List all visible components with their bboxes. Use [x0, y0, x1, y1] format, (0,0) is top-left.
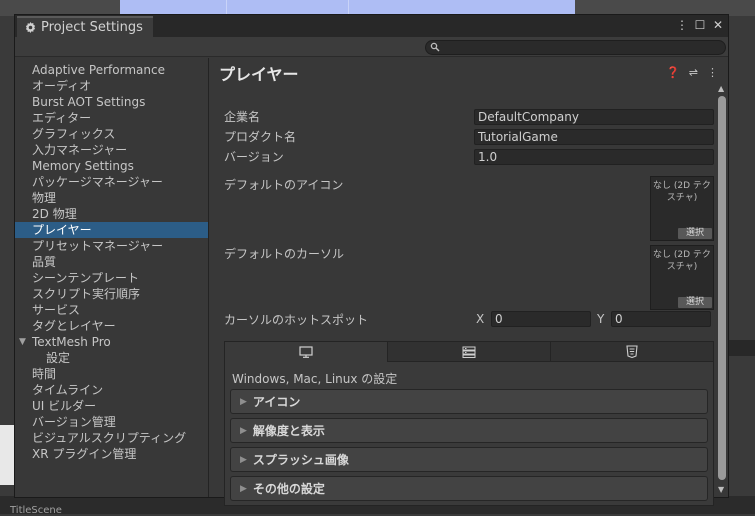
close-icon[interactable]: ✕ [712, 18, 724, 32]
default-cursor-preview-text: なし (2D テクスチャ) [653, 250, 711, 272]
platform-settings-box: Windows, Mac, Linux の設定 ▶ アイコン ▶ 解像度と表示 … [224, 341, 714, 506]
html5-icon [626, 345, 638, 358]
sidebar-item-tags-and-layers[interactable]: タグとレイヤー [15, 318, 208, 334]
sidebar-item-time[interactable]: 時間 [15, 366, 208, 382]
tab-webgl[interactable] [551, 342, 713, 362]
foldout-icon[interactable]: ▶ アイコン [230, 389, 708, 414]
product-name-label: プロダクト名 [224, 130, 297, 144]
window-title: Project Settings [41, 20, 143, 35]
server-icon [462, 346, 476, 358]
preset-icon[interactable]: ⇌ [689, 66, 698, 79]
hotspot-y-label: Y [597, 312, 605, 326]
player-settings-panel: プレイヤー ❓ ⇌ ⋮ 企業名 DefaultCompany プロダクト名 Tu… [211, 58, 728, 506]
default-icon-select-button[interactable]: 選択 [678, 228, 712, 239]
foldout-resolution-presentation[interactable]: ▶ 解像度と表示 [230, 418, 708, 443]
sidebar-item-physics[interactable]: 物理 [15, 190, 208, 206]
default-icon-preview-text: なし (2D テクスチャ) [653, 181, 711, 203]
expanded-arrow-icon[interactable]: ▼ [19, 334, 26, 350]
scroll-down-icon[interactable]: ▼ [718, 485, 724, 494]
sidebar-item-services[interactable]: サービス [15, 302, 208, 318]
scene-label: TitleScene [10, 505, 62, 516]
editor-panel-strip [728, 340, 755, 356]
company-name-label: 企業名 [224, 110, 261, 124]
sidebar-item-ui-builder[interactable]: UI ビルダー [15, 398, 208, 414]
page-title: プレイヤー [219, 65, 299, 84]
default-cursor-label: デフォルトのカーソル [224, 247, 345, 261]
default-cursor-select-button[interactable]: 選択 [678, 297, 712, 308]
sidebar-item-physics-2d[interactable]: 2D 物理 [15, 206, 208, 222]
sidebar-item-preset-manager[interactable]: プリセットマネージャー [15, 238, 208, 254]
product-name-field[interactable]: TutorialGame [474, 129, 714, 145]
sidebar-item-scene-template[interactable]: シーンテンプレート [15, 270, 208, 286]
platform-title: Windows, Mac, Linux の設定 [232, 372, 398, 386]
sidebar-item-textmesh-pro[interactable]: ▼ TextMesh Pro [15, 334, 208, 350]
scrollbar-thumb[interactable] [718, 96, 726, 480]
window-menu-icon[interactable]: ⋮ [676, 18, 688, 32]
sidebar-item-package-manager[interactable]: パッケージマネージャー [15, 174, 208, 190]
sidebar-item-player[interactable]: プレイヤー [15, 222, 208, 238]
help-icon[interactable]: ❓ [666, 66, 680, 79]
sidebar-item-script-execution-order[interactable]: スクリプト実行順序 [15, 286, 208, 302]
sidebar-item-graphics[interactable]: グラフィックス [15, 126, 208, 142]
sidebar-item-input-manager[interactable]: 入力マネージャー [15, 142, 208, 158]
sidebar-item-burst-aot[interactable]: Burst AOT Settings [15, 94, 208, 110]
search-input[interactable] [425, 40, 726, 55]
version-field[interactable]: 1.0 [474, 149, 714, 165]
gear-icon [25, 22, 36, 33]
foldout-resolution-label: 解像度と表示 [252, 424, 325, 438]
foldout-splash-image[interactable]: ▶ スプラッシュ画像 [230, 447, 708, 472]
sidebar-item-editor[interactable]: エディター [15, 110, 208, 126]
default-icon-label: デフォルトのアイコン [224, 178, 344, 192]
collapsed-arrow-icon: ▶ [240, 425, 247, 436]
foldout-other-settings[interactable]: ▶ その他の設定 [230, 476, 708, 501]
company-name-field[interactable]: DefaultCompany [474, 109, 714, 125]
sidebar-item-version-control[interactable]: バージョン管理 [15, 414, 208, 430]
window-tab[interactable]: Project Settings [17, 16, 153, 37]
tab-server[interactable] [388, 342, 551, 362]
default-cursor-slot[interactable]: なし (2D テクスチャ) 選択 [650, 245, 714, 310]
settings-toolbar [15, 37, 728, 57]
hotspot-x-field[interactable]: 0 [491, 311, 591, 327]
foldout-other-label: その他の設定 [252, 482, 325, 496]
collapsed-arrow-icon: ▶ [240, 454, 247, 465]
vertical-scrollbar[interactable]: ▲ ▼ [716, 58, 728, 497]
sidebar-item-visual-scripting[interactable]: ビジュアルスクリプティング [15, 430, 208, 446]
sidebar-item-quality[interactable]: 品質 [15, 254, 208, 270]
hotspot-x-label: X [476, 312, 485, 326]
title-bar[interactable]: Project Settings ⋮ ☐ ✕ [15, 15, 728, 37]
settings-sidebar: Adaptive Performance オーディオ Burst AOT Set… [15, 58, 209, 497]
scroll-up-icon[interactable]: ▲ [718, 84, 724, 93]
version-label: バージョン [224, 150, 284, 164]
monitor-icon [299, 346, 313, 358]
hotspot-y-field[interactable]: 0 [611, 311, 711, 327]
sidebar-item-xr-plugin-management[interactable]: XR プラグイン管理 [15, 446, 208, 462]
sidebar-item-textmesh-pro-settings[interactable]: 設定 [15, 350, 208, 366]
foldout-icon-label: アイコン [252, 395, 301, 409]
sidebar-item-memory-settings[interactable]: Memory Settings [15, 158, 208, 174]
sidebar-item-timeline[interactable]: タイムライン [15, 382, 208, 398]
sidebar-item-audio[interactable]: オーディオ [15, 78, 208, 94]
project-settings-window: Project Settings ⋮ ☐ ✕ Adaptive Performa… [14, 14, 729, 506]
collapsed-arrow-icon: ▶ [240, 396, 247, 407]
foldout-splash-label: スプラッシュ画像 [252, 453, 349, 467]
sidebar-item-adaptive-performance[interactable]: Adaptive Performance [15, 62, 208, 78]
cursor-hotspot-label: カーソルのホットスポット [224, 313, 369, 327]
tab-standalone[interactable] [225, 342, 388, 362]
search-icon [430, 42, 440, 52]
collapsed-arrow-icon: ▶ [240, 483, 247, 494]
default-icon-slot[interactable]: なし (2D テクスチャ) 選択 [650, 176, 714, 241]
maximize-icon[interactable]: ☐ [694, 18, 706, 32]
